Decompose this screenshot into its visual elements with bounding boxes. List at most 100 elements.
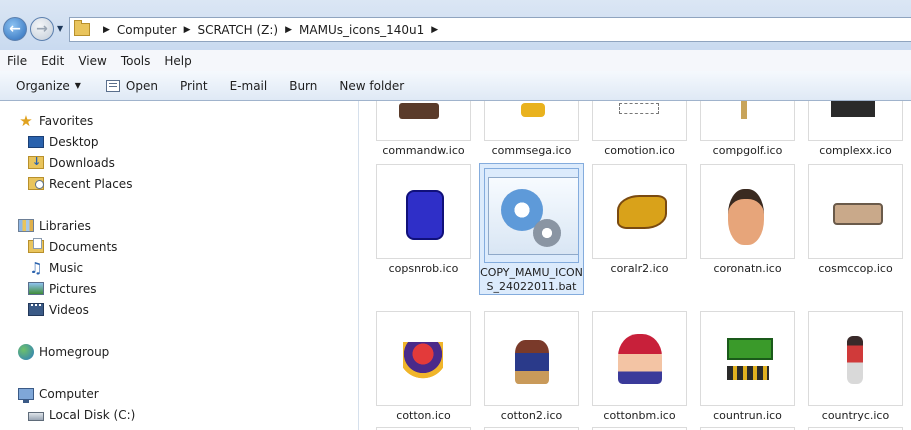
nav-favorites-label: Favorites [39, 113, 94, 128]
recent-places-icon [28, 177, 44, 190]
file-thumbnail [484, 168, 579, 263]
nav-downloads-label: Downloads [49, 155, 115, 170]
file-tile-coralr2[interactable]: coralr2.ico [592, 164, 687, 276]
menu-file[interactable]: File [0, 54, 34, 68]
file-name: cottonbm.ico [603, 409, 676, 422]
nav-documents[interactable]: Documents [28, 236, 117, 257]
print-button[interactable]: Print [169, 79, 219, 93]
menu-help[interactable]: Help [157, 54, 198, 68]
file-thumbnail [700, 311, 795, 406]
chevron-right-icon[interactable]: ▶ [184, 25, 191, 35]
documents-icon [28, 238, 44, 253]
command-bar: Organize ▼ Open Print E-mail Burn New fo… [0, 71, 911, 101]
nav-pictures[interactable]: Pictures [28, 278, 97, 299]
burn-button[interactable]: Burn [278, 79, 328, 93]
nav-music[interactable]: ♫ Music [28, 257, 83, 278]
organize-button[interactable]: Organize ▼ [0, 79, 95, 93]
nav-libraries-label: Libraries [39, 218, 91, 233]
file-tile-countrun[interactable]: countrun.ico [700, 311, 795, 423]
file-tile-copy-mamu-bat[interactable]: COPY_MAMU_ICONS_24022011.bat [479, 163, 584, 295]
open-label: Open [125, 78, 158, 93]
file-thumbnail [592, 311, 687, 406]
file-thumbnail [376, 101, 471, 141]
videos-icon [28, 303, 44, 316]
file-name: copsnrob.ico [388, 262, 459, 275]
file-tile-comotion[interactable]: comotion.ico [592, 101, 687, 158]
breadcrumb[interactable]: ▶ Computer ▶ SCRATCH (Z:) ▶ MAMUs_icons_… [69, 17, 911, 42]
nav-documents-label: Documents [49, 239, 118, 254]
email-button[interactable]: E-mail [219, 79, 279, 93]
countrun-runners-icon [727, 366, 769, 380]
file-tile-cotton2[interactable]: cotton2.ico [484, 311, 579, 423]
file-tile-cosmccop[interactable]: cosmccop.ico [808, 164, 903, 276]
commandw-icon [399, 103, 439, 119]
compgolf-icon [741, 101, 747, 119]
file-thumbnail [592, 164, 687, 259]
nav-computer[interactable]: Computer [18, 383, 99, 404]
nav-music-label: Music [49, 260, 84, 275]
cosmccop-icon [833, 203, 883, 225]
nav-desktop[interactable]: Desktop [28, 131, 99, 152]
file-thumbnail [808, 311, 903, 406]
nav-homegroup[interactable]: Homegroup [18, 341, 109, 362]
nav-desktop-label: Desktop [49, 134, 99, 149]
nav-videos[interactable]: Videos [28, 299, 89, 320]
menu-tools[interactable]: Tools [114, 54, 158, 68]
file-name: comotion.ico [604, 144, 675, 157]
complexx-icon [831, 101, 875, 117]
history-dropdown-icon[interactable]: ▼ [57, 24, 63, 33]
back-button[interactable]: ← [3, 17, 27, 41]
file-tile-complexx[interactable]: complexx.ico [808, 101, 903, 158]
comotion-icon [619, 103, 659, 114]
file-thumbnail [484, 101, 579, 141]
forward-button[interactable]: → [30, 17, 54, 41]
menu-edit[interactable]: Edit [34, 54, 71, 68]
address-bar-region: ← → ▼ ▶ Computer ▶ SCRATCH (Z:) ▶ MAMUs_… [0, 0, 911, 50]
nav-libraries[interactable]: Libraries [18, 215, 91, 236]
file-name: complexx.ico [819, 144, 892, 157]
file-thumbnail [592, 101, 687, 141]
homegroup-icon [18, 343, 34, 360]
nav-downloads[interactable]: Downloads [28, 152, 115, 173]
nav-local-disk[interactable]: Local Disk (C:) [28, 404, 135, 425]
nav-favorites[interactable]: ★ Favorites [18, 110, 93, 131]
chevron-right-icon[interactable]: ▶ [431, 25, 438, 35]
nav-local-disk-label: Local Disk (C:) [49, 407, 136, 422]
file-tile-coronatn[interactable]: coronatn.ico [700, 164, 795, 276]
copsnrob-icon [406, 190, 444, 240]
breadcrumb-scratch-drive[interactable]: SCRATCH (Z:) [198, 23, 279, 37]
nav-homegroup-label: Homegroup [39, 344, 110, 359]
chevron-down-icon: ▼ [74, 81, 81, 90]
file-list-view[interactable]: commandw.ico commsega.ico comotion.ico c… [359, 101, 911, 430]
nav-videos-label: Videos [49, 302, 89, 317]
navigation-pane: ★ Favorites Desktop Downloads Recent Pla… [0, 101, 359, 430]
file-tile-copsnrob[interactable]: copsnrob.ico [376, 164, 471, 276]
gear-small-icon [533, 219, 561, 247]
file-name: coralr2.ico [610, 262, 669, 275]
breadcrumb-computer[interactable]: Computer [117, 23, 177, 37]
open-button[interactable]: Open [95, 79, 169, 93]
breadcrumb-current-folder[interactable]: MAMUs_icons_140u1 [299, 23, 424, 37]
chevron-right-icon[interactable]: ▶ [103, 25, 110, 35]
menu-bar: File Edit View Tools Help [0, 50, 911, 71]
desktop-icon [28, 136, 44, 148]
coronatn-icon [728, 189, 764, 245]
file-tile-cottonbm[interactable]: cottonbm.ico [592, 311, 687, 423]
nav-recent-places[interactable]: Recent Places [28, 173, 132, 194]
file-tile-compgolf[interactable]: compgolf.ico [700, 101, 795, 158]
file-thumbnail [808, 101, 903, 141]
file-tile-countryc[interactable]: countryc.ico [808, 311, 903, 423]
file-tile-commsega[interactable]: commsega.ico [484, 101, 579, 158]
file-name: countrun.ico [713, 409, 782, 422]
nav-pictures-label: Pictures [49, 281, 97, 296]
file-thumbnail [700, 164, 795, 259]
menu-view[interactable]: View [71, 54, 113, 68]
file-name: cotton.ico [396, 409, 451, 422]
file-tile-cotton[interactable]: cotton.ico [376, 311, 471, 423]
music-icon: ♫ [29, 258, 43, 277]
cotton-icon [403, 342, 443, 382]
open-icon [105, 79, 120, 92]
file-tile-commandw[interactable]: commandw.ico [376, 101, 471, 158]
new-folder-button[interactable]: New folder [328, 79, 415, 93]
chevron-right-icon[interactable]: ▶ [285, 25, 292, 35]
